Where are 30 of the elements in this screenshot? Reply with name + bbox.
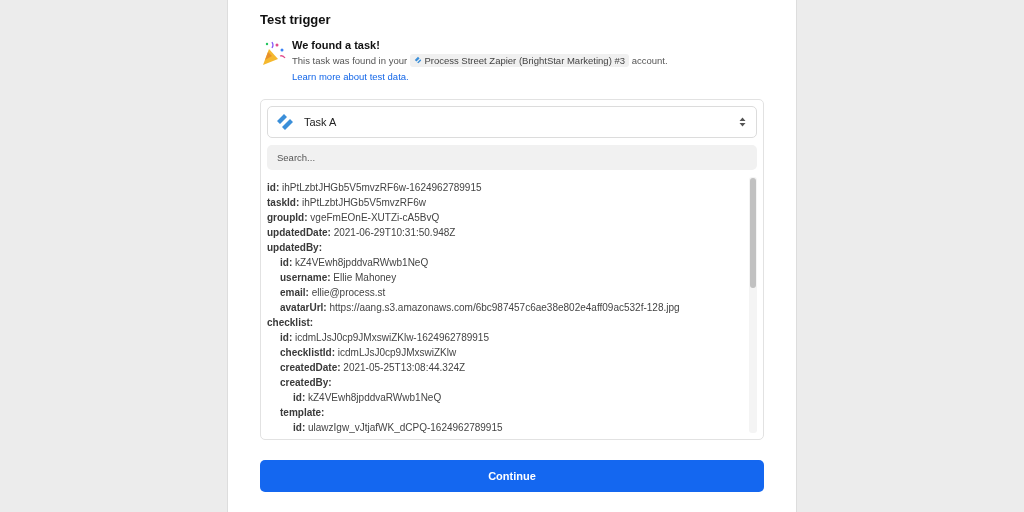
app-logo-icon bbox=[413, 56, 422, 64]
data-line: updatedBy: bbox=[267, 241, 323, 255]
notice-title: We found a task! bbox=[292, 39, 381, 51]
data-line: id: kZ4VEwh8jpddvaRWwb1NeQ bbox=[279, 256, 430, 270]
learn-more-link[interactable]: Learn more about test data. bbox=[292, 71, 409, 82]
data-line: avatarUrl: https://aang.s3.amazonaws.com/6bc987457c6ae38e802e4aff09ac532f-128.jpg bbox=[279, 301, 681, 315]
section-title: Test trigger bbox=[260, 12, 332, 27]
scrollbar-thumb[interactable] bbox=[750, 178, 756, 288]
sort-caret-icon bbox=[739, 117, 746, 127]
data-line: id: icdmLJsJ0cp9JMxswiZKlw-1624962789915 bbox=[279, 331, 490, 345]
data-line: createdDate: 2021-05-25T13:08:44.324Z bbox=[279, 361, 467, 375]
data-line: groupId: vgeFmEOnE-XUTZi-cA5BvQ bbox=[267, 211, 441, 225]
data-line: checklist: bbox=[267, 316, 315, 330]
party-popper-icon bbox=[260, 39, 286, 67]
notice-text: This task was found in your Process Street Zapier (BrightStar Marketing) #3 account. Learn more about test data. bbox=[292, 53, 669, 84]
continue-button[interactable]: Continue bbox=[260, 460, 764, 492]
search-field[interactable]: Search... bbox=[267, 145, 757, 170]
data-line: id: ulawzIgw_vJtjafWK_dCPQ-1624962789915 bbox=[292, 421, 504, 433]
data-line: id: ihPtLzbtJHGb5V5mvzRF6w-1624962789915 bbox=[267, 181, 483, 195]
app-logo-icon bbox=[276, 113, 296, 131]
data-line: createdBy: bbox=[279, 376, 333, 390]
data-line: email: ellie@process.st bbox=[279, 286, 387, 300]
task-select[interactable]: Task A bbox=[267, 106, 757, 138]
data-line: updatedDate: 2021-06-29T10:31:50.948Z bbox=[267, 226, 457, 240]
data-line: checklistId: icdmLJsJ0cp9JMxswiZKlw bbox=[279, 346, 458, 360]
data-line: template: bbox=[279, 406, 326, 420]
account-name: Process Street Zapier (BrightStar Marketing) #3 bbox=[424, 55, 626, 66]
data-line: id: kZ4VEwh8jpddvaRWwb1NeQ bbox=[292, 391, 443, 405]
data-line: username: Ellie Mahoney bbox=[279, 271, 398, 285]
data-line: taskId: ihPtLzbtJHGb5V5mvzRF6w bbox=[267, 196, 427, 210]
